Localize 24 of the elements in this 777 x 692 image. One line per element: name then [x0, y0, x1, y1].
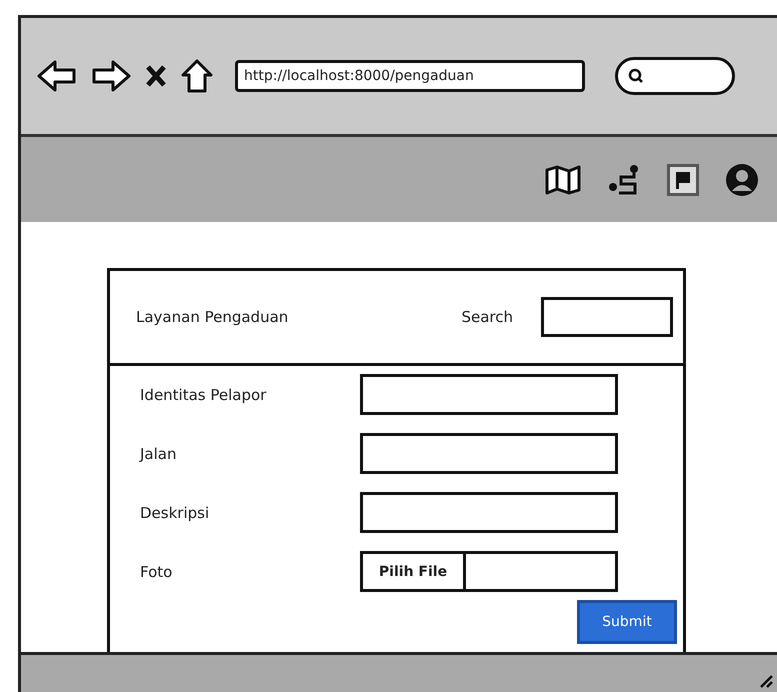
user-icon[interactable] — [725, 162, 759, 196]
input-field[interactable] — [360, 492, 618, 533]
input-field[interactable] — [360, 433, 618, 474]
field-label: Jalan — [140, 444, 178, 462]
search-input[interactable] — [541, 297, 673, 337]
flag-icon[interactable] — [667, 164, 699, 196]
field-label: Foto — [140, 562, 174, 580]
field-label: Deskripsi — [140, 504, 210, 522]
map-icon[interactable] — [545, 164, 581, 194]
back-icon[interactable] — [37, 59, 77, 93]
field-label: Identitas Pelapor — [140, 386, 268, 404]
forward-icon[interactable] — [91, 59, 131, 93]
choose-file-button[interactable]: Pilih File — [360, 551, 466, 592]
search-label: Search — [461, 308, 513, 326]
address-field[interactable]: http://localhost:8000/pengaduan — [235, 60, 585, 92]
search-field[interactable] — [615, 57, 735, 95]
route-icon[interactable] — [607, 162, 641, 196]
file-name-field[interactable] — [466, 551, 618, 592]
search-icon — [628, 68, 644, 84]
input-field[interactable] — [360, 374, 618, 415]
close-icon[interactable] — [145, 64, 167, 88]
submit-button[interactable]: Submit — [577, 600, 677, 644]
home-icon[interactable] — [181, 59, 213, 93]
form-title: Layanan Pengaduan — [136, 308, 290, 326]
